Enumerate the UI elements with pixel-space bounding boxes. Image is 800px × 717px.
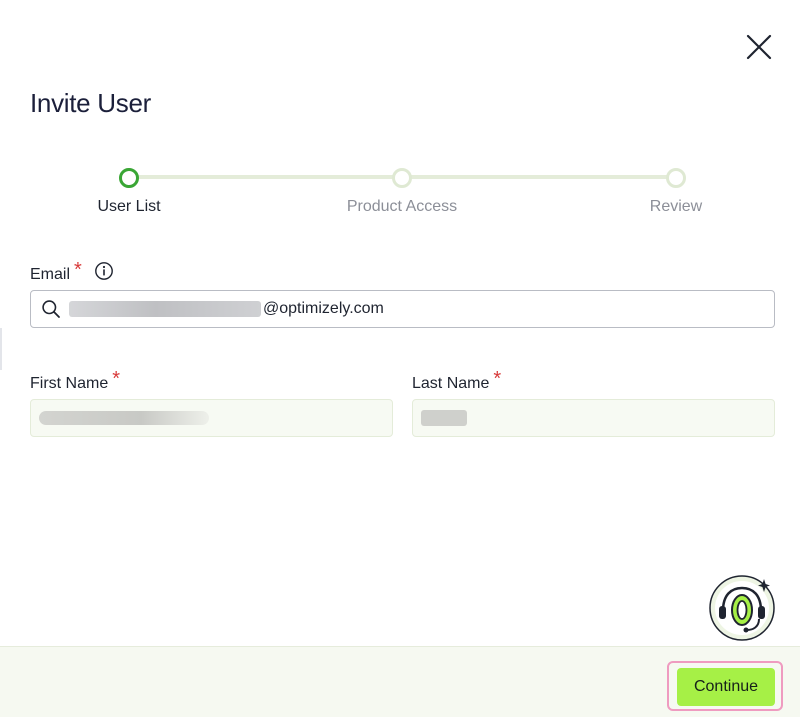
email-label-text: Email [30,266,71,283]
required-asterisk: * [74,259,82,281]
background-edge [0,328,2,370]
email-field[interactable]: @optimizely.com [30,290,775,328]
redacted-email-name [69,301,261,317]
step-label-user-list: User List [97,198,161,215]
dialog-title: Invite User [30,88,151,118]
progress-stepper: User List Product Access Review [0,160,800,220]
support-assistant-button[interactable] [709,575,775,641]
first-name-label: First Name * [30,368,121,394]
info-icon[interactable] [94,261,114,281]
last-name-label-text: Last Name [412,375,490,392]
redacted-last-name [421,410,467,426]
last-name-label: Last Name * [412,368,502,394]
step-dot-user-list [119,168,139,188]
close-icon [746,34,772,60]
continue-button[interactable]: Continue [677,668,775,706]
email-label: Email * [30,259,82,285]
search-icon [42,300,60,318]
dialog-footer: Continue [0,646,800,717]
email-domain-value: @optimizely.com [263,300,384,317]
step-dot-product-access [392,168,412,188]
step-dot-review [666,168,686,188]
first-name-label-text: First Name [30,375,109,392]
stepper-connector [136,175,394,179]
step-label-review: Review [649,198,703,215]
support-assistant-icon [709,575,775,641]
last-name-field[interactable] [412,399,775,437]
redacted-first-name [39,411,209,425]
stepper-connector [410,175,668,179]
required-asterisk: * [112,368,121,390]
close-button[interactable] [744,32,774,62]
first-name-field[interactable] [30,399,393,437]
step-label-product-access: Product Access [346,198,458,215]
required-asterisk: * [493,368,502,390]
invite-user-dialog: Invite User User List Product Access Rev… [0,0,800,717]
